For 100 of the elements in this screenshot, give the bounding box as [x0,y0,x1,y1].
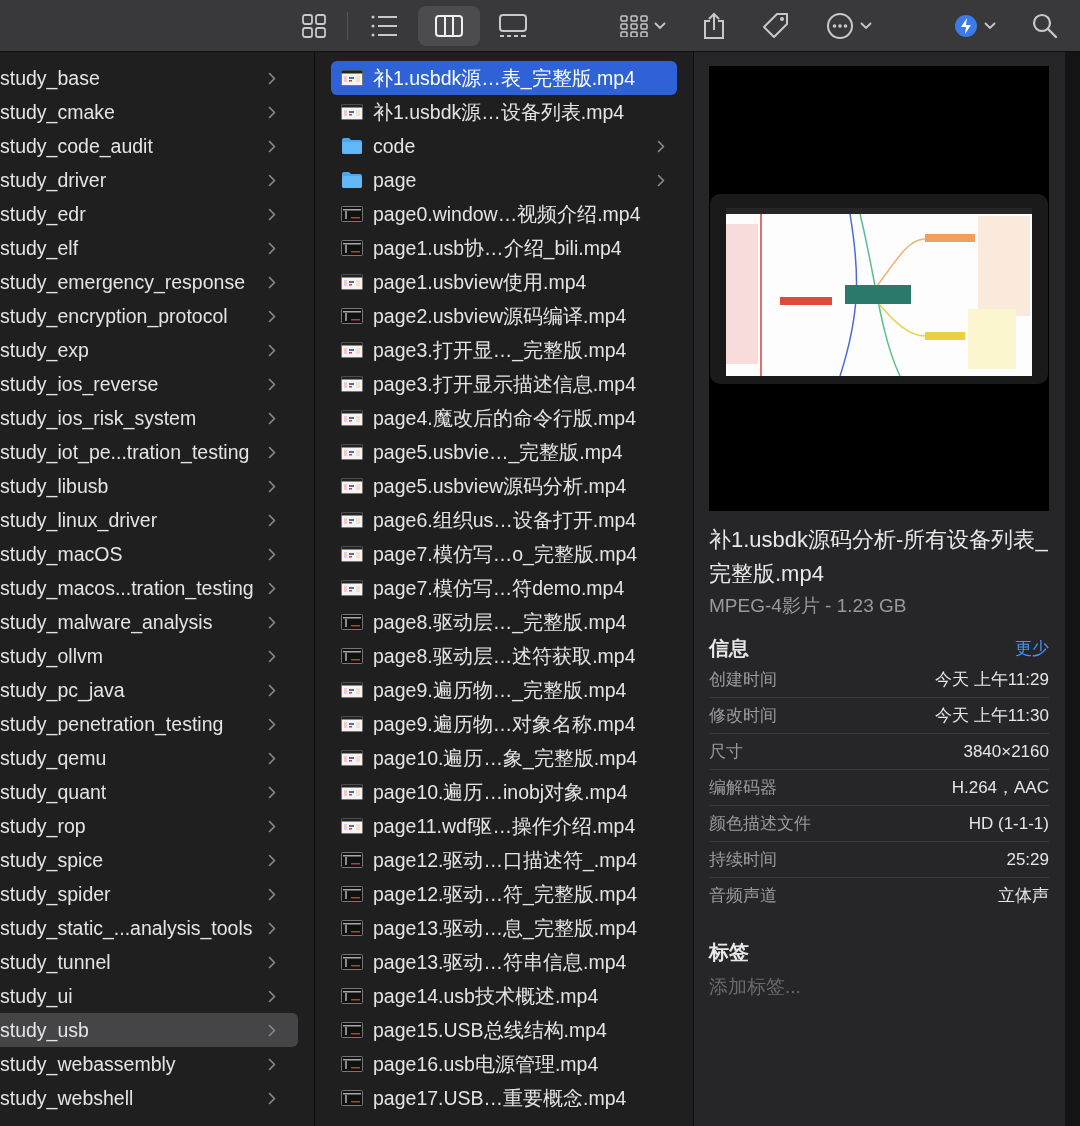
video-thumbnail-icon [341,648,363,664]
grid-view-icon [302,13,326,38]
video-thumbnail-icon [341,954,363,970]
file-row[interactable]: page12.驱动…符_完整版.mp4 [331,877,677,911]
chevron-icon [268,411,276,425]
chevron-icon [268,955,276,969]
file-row[interactable]: page3.打开显…_完整版.mp4 [331,333,677,367]
chevron-icon [268,649,276,663]
chevron-icon [268,445,276,459]
video-thumbnail-icon [341,682,363,698]
file-row[interactable]: page8.驱动层…_完整版.mp4 [331,605,677,639]
folder-row[interactable]: page [331,163,677,197]
folder-row[interactable]: study_ios_reverse [0,367,298,401]
folder-row[interactable]: study_cmake [0,95,298,129]
file-row[interactable]: page4.魔改后的命令行版.mp4 [331,401,677,435]
folder-row[interactable]: study_edr [0,197,298,231]
folder-row[interactable]: study_static_...analysis_tools [0,911,298,945]
chevron-icon [268,105,276,119]
video-thumbnail-icon [341,580,363,596]
folder-row[interactable]: study_pc_java [0,673,298,707]
chevron-icon [268,547,276,561]
chevron-icon [268,581,276,595]
info-label: 音频声道 [709,885,777,907]
file-row[interactable]: page5.usbview源码分析.mp4 [331,469,677,503]
folder-row[interactable]: study_encryption_protocol [0,299,298,333]
file-row[interactable]: page8.驱动层…述符获取.mp4 [331,639,677,673]
info-label: 颜色描述文件 [709,813,811,835]
file-row[interactable]: page12.驱动…口描述符_.mp4 [331,843,677,877]
folder-row[interactable]: study_penetration_testing [0,707,298,741]
file-row[interactable]: page13.驱动…息_完整版.mp4 [331,911,677,945]
search-icon [1032,12,1058,39]
file-row[interactable]: page3.打开显示描述信息.mp4 [331,367,677,401]
file-row[interactable]: page1.usbview使用.mp4 [331,265,677,299]
folder-row[interactable]: study_linux_driver [0,503,298,537]
folder-row[interactable]: study_ui [0,979,298,1013]
view-mode-button[interactable] [418,5,480,46]
folder-row[interactable]: study_exp [0,333,298,367]
caret-icon [654,21,666,30]
file-row[interactable]: page6.组织us…设备打开.mp4 [331,503,677,537]
folder-row[interactable]: study_base [0,61,298,95]
video-thumbnail-icon [341,614,363,630]
caret-icon [984,21,996,30]
file-row[interactable]: page1.usb协…介绍_bili.mp4 [331,231,677,265]
folder-row[interactable]: study_code_audit [0,129,298,163]
file-row[interactable]: page14.usb技术概述.mp4 [331,979,677,1013]
list-view-icon [371,15,398,36]
folder-row[interactable]: study_rop [0,809,298,843]
show-less-link[interactable]: 更少 [1015,637,1049,660]
info-label: 创建时间 [709,669,777,691]
folder-row[interactable]: study_spider [0,877,298,911]
folder-row[interactable]: study_webassembly [0,1047,298,1081]
file-row[interactable]: page11.wdf驱…操作介绍.mp4 [331,809,677,843]
file-row[interactable]: page10.遍历…象_完整版.mp4 [331,741,677,775]
file-row[interactable]: page16.usb电源管理.mp4 [331,1047,677,1081]
folder-row[interactable]: study_ios_risk_system [0,401,298,435]
folder-row[interactable]: study_tunnel [0,945,298,979]
file-row[interactable]: page7.模仿写…符demo.mp4 [331,571,677,605]
file-row[interactable]: page9.遍历物…对象名称.mp4 [331,707,677,741]
folder-row[interactable]: study_emergency_response [0,265,298,299]
folder-row[interactable]: study_usb [0,1013,298,1047]
folder-row[interactable]: study_spice [0,843,298,877]
chevron-icon [268,377,276,391]
folder-icon [341,171,363,189]
file-row[interactable]: 补1.usbdk源…表_完整版.mp4 [331,61,677,95]
add-tag-field[interactable]: 添加标签... [709,976,909,998]
video-thumbnail-icon [341,886,363,902]
file-row[interactable]: page10.遍历…inobj对象.mp4 [331,775,677,809]
file-row[interactable]: page15.USB总线结构.mp4 [331,1013,677,1047]
folder-row[interactable]: study_webshell [0,1081,298,1115]
video-thumbnail-icon [341,342,363,358]
file-row[interactable]: page5.usbvie…_完整版.mp4 [331,435,677,469]
video-thumbnail-icon [341,920,363,936]
folder-row[interactable]: study_macos...tration_testing [0,571,298,605]
file-row[interactable]: page2.usbview源码编译.mp4 [331,299,677,333]
file-row[interactable]: page9.遍历物…_完整版.mp4 [331,673,677,707]
file-row[interactable]: page13.驱动…符串信息.mp4 [331,945,677,979]
file-row[interactable]: page0.window…视频介绍.mp4 [331,197,677,231]
chevron-icon [268,173,276,187]
info-label: 持续时间 [709,849,777,871]
folder-row[interactable]: study_driver [0,163,298,197]
folder-row[interactable]: study_malware_analysis [0,605,298,639]
folder-row[interactable]: study_macOS [0,537,298,571]
video-thumbnail-icon [341,444,363,460]
info-value: 25:29 [1006,849,1049,870]
file-row[interactable]: page7.模仿写…o_完整版.mp4 [331,537,677,571]
folder-row[interactable]: study_iot_pe...tration_testing [0,435,298,469]
folder-row[interactable]: study_libusb [0,469,298,503]
file-row[interactable]: 补1.usbdk源…设备列表.mp4 [331,95,677,129]
video-thumbnail-icon [341,852,363,868]
folder-row[interactable]: study_quant [0,775,298,809]
video-thumbnail-icon [341,240,363,256]
info-value: 今天 上午11:29 [935,669,1049,691]
info-value: 立体声 [998,885,1049,907]
folder-row[interactable]: study_elf [0,231,298,265]
folder-row[interactable]: code [331,129,677,163]
folder-row[interactable]: study_ollvm [0,639,298,673]
chevron-icon [268,819,276,833]
folder-row[interactable]: study_qemu [0,741,298,775]
file-row[interactable]: page17.USB…重要概念.mp4 [331,1081,677,1115]
more-icon [826,11,854,40]
